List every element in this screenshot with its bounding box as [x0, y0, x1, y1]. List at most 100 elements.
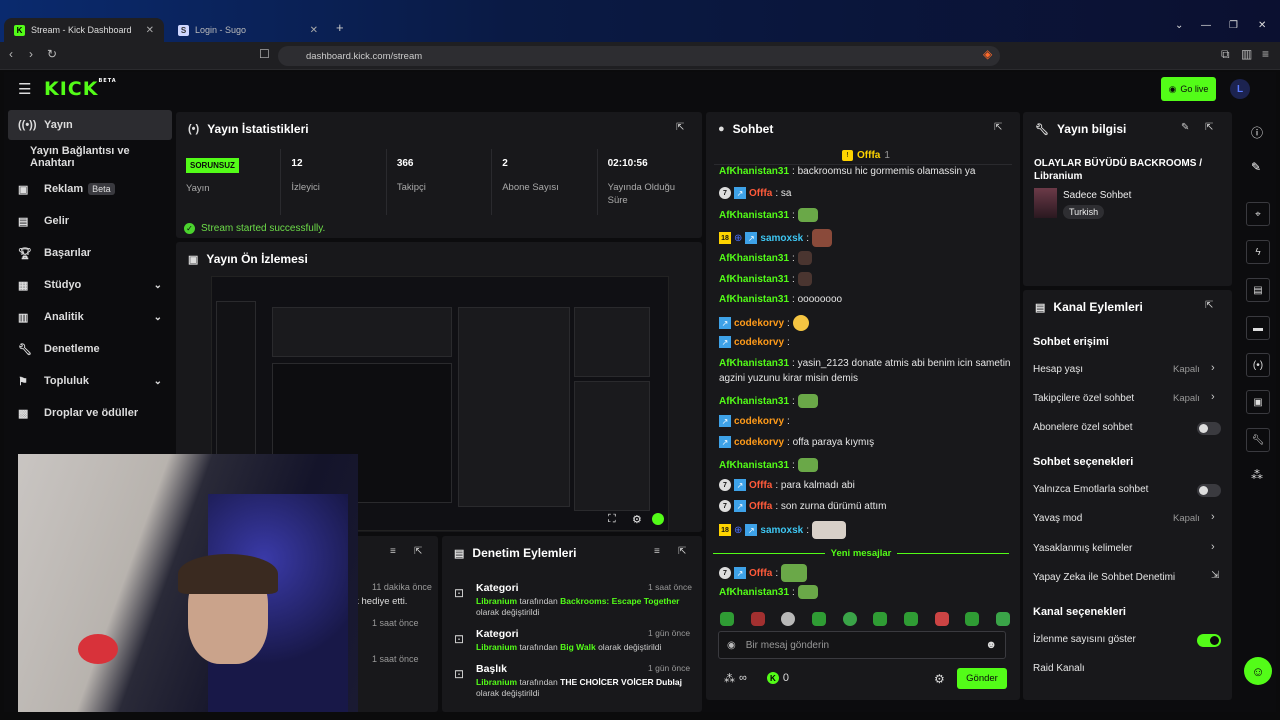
hamburger-menu-icon[interactable]: ☰	[18, 80, 31, 98]
fullscreen-icon[interactable]: ⛶	[608, 513, 616, 526]
tab-kick-dashboard[interactable]: K Stream - Kick Dashboard ✕	[4, 18, 164, 42]
maximize-icon[interactable]: ❐	[1229, 20, 1238, 31]
sidebar-item-yayin[interactable]: ((•)) Yayın	[8, 110, 172, 140]
actions-icon[interactable]: ▣	[1246, 390, 1270, 414]
back-icon[interactable]: ‹	[9, 47, 13, 61]
kick-logo[interactable]: KICKBETA	[44, 78, 117, 100]
support-icon[interactable]: ☺	[1244, 657, 1272, 685]
popout-icon[interactable]: ⇱	[1205, 122, 1213, 133]
actions-icon: ▤	[1035, 301, 1046, 314]
popout-icon[interactable]: ⇱	[994, 122, 1002, 133]
filter-icon[interactable]: ≡	[654, 546, 660, 557]
popout-icon[interactable]: ⇱	[678, 546, 686, 557]
account-age-value[interactable]: Kapalı	[1173, 364, 1200, 375]
emote-icon[interactable]	[811, 612, 826, 626]
sidebar-item-topluluk[interactable]: ⚑ Topluluk ⌄	[8, 366, 172, 396]
chevron-down-icon: ⌄	[153, 279, 162, 291]
new-tab-icon[interactable]: +	[336, 20, 344, 35]
minimize-icon[interactable]: —	[1201, 20, 1211, 31]
close-window-icon[interactable]: ✕	[1258, 20, 1266, 31]
browser-tab-strip: K Stream - Kick Dashboard ✕ S Login - Su…	[0, 0, 1280, 42]
popout-icon[interactable]: ⇱	[676, 122, 684, 133]
share-icon[interactable]: ⁂	[1251, 468, 1263, 482]
filter-icon[interactable]: ≡	[390, 546, 396, 557]
sidebar-item-studyo[interactable]: ▦ Stüdyo ⌄	[8, 270, 172, 300]
brave-shield-icon[interactable]: ◈	[983, 47, 992, 61]
popout-icon[interactable]: ⇱	[1205, 300, 1213, 311]
slow-mode-label[interactable]: Yavaş mod	[1033, 513, 1082, 524]
emote-icon[interactable]	[720, 612, 734, 626]
menu-icon[interactable]: ≡	[1262, 47, 1269, 61]
raid-label[interactable]: Raid Kanalı	[1033, 663, 1085, 674]
chevron-down-icon: ⌄	[153, 375, 162, 387]
sidebar-item-droplar[interactable]: ▩ Droplar ve ödüller	[8, 398, 172, 428]
crown-icon: !	[842, 150, 853, 161]
sidebar-item-basarilar[interactable]: 🏆︎ Başarılar	[8, 238, 172, 268]
ai-moderation-label[interactable]: Yapay Zeka ile Sohbet Denetimi	[1033, 572, 1175, 583]
broadcast-icon[interactable]: (•)	[1246, 353, 1270, 377]
external-link-icon[interactable]: ⇲	[1211, 570, 1219, 581]
chat-settings-icon[interactable]: ⚙	[934, 672, 945, 686]
right-toolbar: ⓘ ✎ ⌖ ϟ ▤ ▬ (•) ▣ 🔧︎ ⁂ ☺	[1240, 112, 1276, 712]
emote-icon[interactable]	[842, 612, 857, 626]
sidebar-item-stream-key[interactable]: Yayın Bağlantısı ve Anahtarı	[8, 142, 172, 172]
chat-icon[interactable]: ▬	[1246, 316, 1270, 340]
emote-icon[interactable]	[781, 612, 796, 626]
clip-icon[interactable]: ⌖	[1246, 202, 1270, 226]
emote-icon[interactable]	[965, 612, 980, 626]
tab-search-icon[interactable]: ⌄	[1175, 20, 1183, 31]
chevron-right-icon[interactable]: ›	[1211, 362, 1215, 374]
extensions-icon[interactable]: ⧉	[1221, 47, 1230, 62]
sidebar-item-gelir[interactable]: ▤ Gelir	[8, 206, 172, 236]
chevron-right-icon[interactable]: ›	[1211, 541, 1215, 553]
sidebar-toggle-icon[interactable]: ▥	[1241, 47, 1252, 61]
edit-pencil-icon[interactable]: ✎	[1251, 160, 1261, 174]
emoji-icon[interactable]: ☻	[985, 639, 997, 651]
send-button[interactable]: Gönder	[957, 668, 1007, 689]
avatar[interactable]: L	[1230, 79, 1250, 99]
emote-icon[interactable]	[903, 612, 918, 626]
sidebar-item-reklam[interactable]: ▣ Reklam Beta	[8, 174, 172, 204]
url-field[interactable]: dashboard.kick.com/stream	[278, 46, 1000, 66]
chevron-right-icon[interactable]: ›	[1211, 511, 1215, 523]
close-tab-icon[interactable]: ✕	[310, 25, 318, 36]
reload-icon[interactable]: ↻	[47, 47, 57, 61]
followers-only-label[interactable]: Takipçilere özel sohbet	[1033, 393, 1134, 404]
share-icon[interactable]: ⁂	[724, 672, 735, 685]
edit-icon[interactable]: ✎	[1181, 122, 1189, 133]
emote-only-toggle[interactable]	[1197, 484, 1221, 497]
emote-icon[interactable]	[873, 612, 888, 626]
chat-input[interactable]: ◉ Bir mesaj gönderin ☻	[718, 631, 1006, 659]
info-icon[interactable]: ⓘ	[1251, 124, 1263, 141]
sidebar-item-denetleme[interactable]: 🔧︎ Denetleme	[8, 334, 172, 364]
forward-icon[interactable]: ›	[29, 47, 33, 61]
wrench-icon[interactable]: 🔧︎	[1246, 428, 1270, 452]
lightning-icon[interactable]: ϟ	[1246, 240, 1270, 264]
go-live-button[interactable]: ◉ Go live	[1161, 77, 1216, 101]
new-messages-divider[interactable]: Yeni mesajlar	[713, 548, 1010, 559]
emote-icon[interactable]	[750, 612, 765, 626]
notes-icon[interactable]: ▤	[1246, 278, 1270, 302]
slow-mode-value[interactable]: Kapalı	[1173, 513, 1200, 524]
bookmark-icon[interactable]: ☐	[259, 47, 270, 61]
category-name: Sadece Sohbet	[1063, 190, 1132, 201]
account-age-label[interactable]: Hesap yaşı	[1033, 364, 1083, 375]
chat-mode-icon[interactable]: ◉	[727, 640, 736, 651]
show-viewers-toggle[interactable]	[1197, 634, 1221, 647]
chevron-right-icon[interactable]: ›	[1211, 391, 1215, 403]
subs-only-toggle[interactable]	[1197, 422, 1221, 435]
show-viewers-label: İzlenme sayısını göster	[1033, 634, 1136, 645]
ad-icon: ▣	[18, 183, 29, 196]
popout-icon[interactable]: ⇱	[414, 546, 422, 557]
banned-words-label[interactable]: Yasaklanmış kelimeler	[1033, 543, 1132, 554]
studio-icon: ▦	[18, 279, 29, 292]
tab-sugo-login[interactable]: S Login - Sugo ✕	[168, 18, 328, 42]
followers-only-value[interactable]: Kapalı	[1173, 393, 1200, 404]
close-tab-icon[interactable]: ✕	[146, 25, 154, 36]
badge-icon: 7	[719, 479, 731, 491]
pinned-user[interactable]: ! Offfa 1	[842, 150, 890, 161]
settings-icon[interactable]: ⚙	[632, 513, 642, 526]
emote-icon[interactable]	[934, 612, 949, 626]
sidebar-item-analitik[interactable]: ▥ Analitik ⌄	[8, 302, 172, 332]
emote-icon[interactable]	[995, 612, 1010, 626]
